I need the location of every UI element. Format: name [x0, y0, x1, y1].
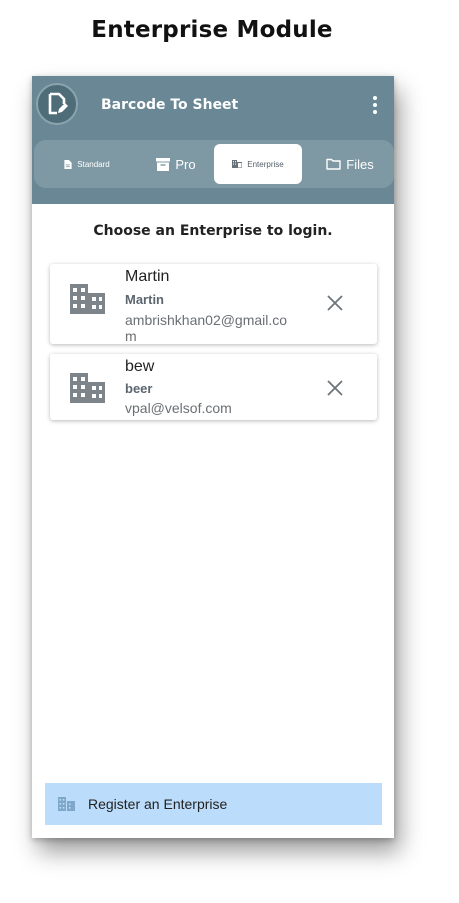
enterprise-email: ambrishkhan02@gmail.com — [125, 312, 288, 344]
login-prompt: Choose an Enterprise to login. — [93, 223, 333, 239]
building-icon — [232, 160, 243, 168]
close-icon[interactable] — [326, 294, 344, 312]
tab-enterprise[interactable]: Enterprise — [214, 144, 302, 184]
tab-label: Pro — [175, 156, 196, 172]
tab-standard[interactable]: Standard — [42, 144, 132, 184]
building-icon — [70, 284, 105, 314]
register-enterprise-button[interactable]: Register an Enterprise — [45, 783, 382, 825]
more-dot — [373, 103, 377, 107]
enterprise-card-bew[interactable]: bew beer vpal@velsof.com — [50, 354, 377, 420]
building-icon — [70, 373, 105, 403]
more-dot — [373, 110, 377, 114]
archive-box-icon — [156, 157, 171, 171]
tab-label: Files — [346, 156, 374, 172]
enterprise-name: bew — [125, 358, 155, 375]
app-logo — [36, 83, 78, 125]
phone-screen: Barcode To Sheet Standard Pro Enterprise… — [32, 76, 394, 838]
enterprise-subtitle: Martin — [125, 292, 164, 307]
building-icon — [58, 797, 75, 811]
register-label: Register an Enterprise — [88, 796, 228, 812]
enterprise-email: vpal@velsof.com — [125, 400, 232, 416]
folder-icon — [326, 158, 341, 170]
document-icon — [64, 159, 72, 169]
edit-document-icon — [48, 92, 68, 115]
tab-bar: Standard Pro Enterprise Files — [34, 140, 394, 188]
app-bar: Barcode To Sheet Standard Pro Enterprise… — [32, 76, 394, 204]
tab-label: Standard — [77, 159, 110, 169]
enterprise-card-martin[interactable]: Martin Martin ambrishkhan02@gmail.com — [50, 264, 377, 344]
more-dot — [373, 96, 377, 100]
page-heading: Enterprise Module — [91, 17, 333, 43]
tab-label: Enterprise — [247, 159, 284, 169]
tab-pro[interactable]: Pro — [138, 144, 214, 184]
enterprise-name: Martin — [125, 268, 170, 285]
tab-files[interactable]: Files — [312, 144, 388, 184]
close-icon[interactable] — [326, 379, 344, 397]
app-title: Barcode To Sheet — [101, 97, 239, 113]
enterprise-subtitle: beer — [125, 381, 153, 396]
more-options-button[interactable] — [366, 94, 384, 116]
